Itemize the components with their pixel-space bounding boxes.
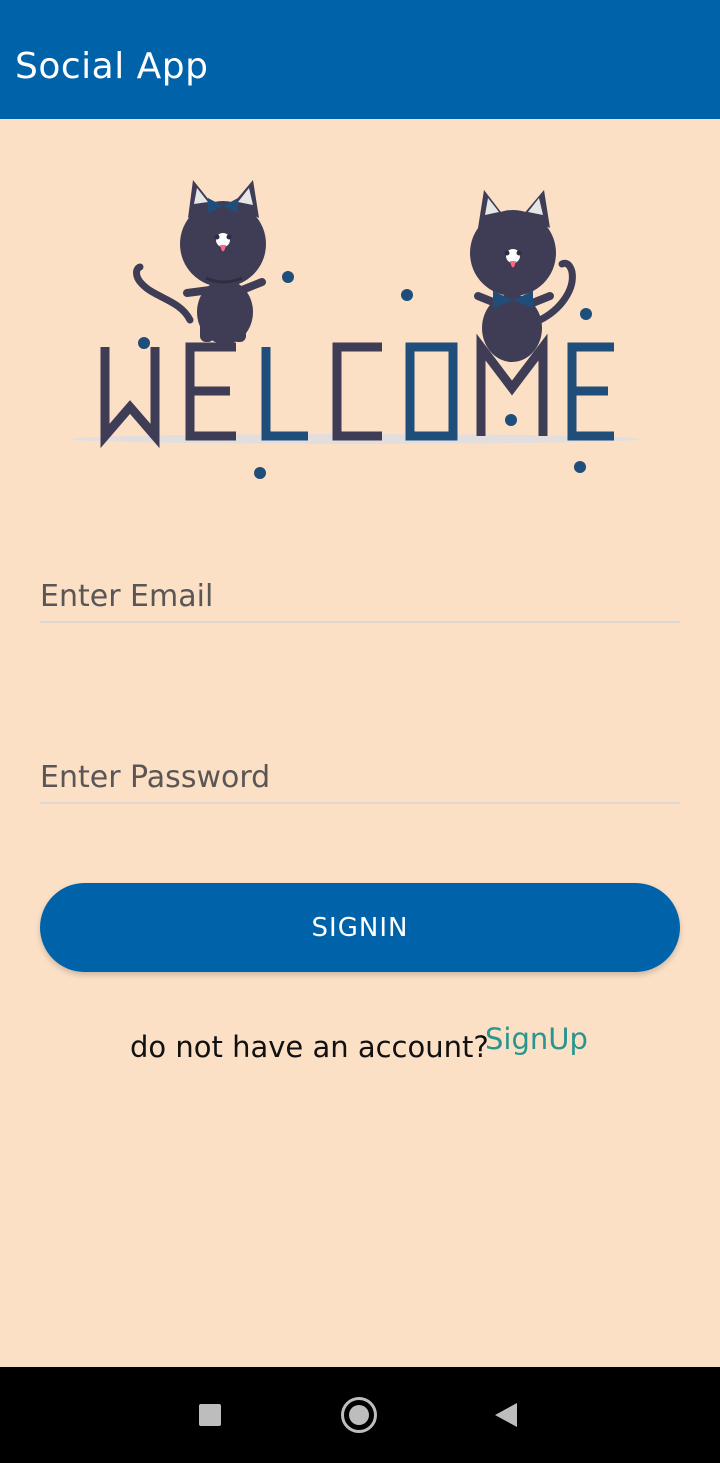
signup-row: do not have an account? SignUp (130, 1022, 650, 1072)
email-field-container (40, 561, 680, 623)
email-field[interactable] (40, 571, 680, 621)
password-field[interactable] (40, 752, 680, 802)
back-icon[interactable] (495, 1403, 517, 1427)
welcome-word (100, 333, 614, 449)
signin-button[interactable]: SIGNIN (40, 883, 680, 972)
cat-left (133, 180, 266, 344)
signin-button-label: SIGNIN (311, 912, 409, 943)
app-title: Social App (15, 46, 209, 87)
system-nav-bar (0, 1367, 720, 1463)
home-icon[interactable] (341, 1397, 377, 1433)
signup-link[interactable]: SignUp (485, 1022, 588, 1056)
app-bar: Social App (0, 0, 720, 119)
recent-apps-icon[interactable] (199, 1404, 221, 1426)
signup-prompt: do not have an account? (130, 1030, 489, 1064)
cat-right (470, 190, 576, 362)
welcome-illustration (71, 180, 641, 479)
password-field-container (40, 742, 680, 804)
